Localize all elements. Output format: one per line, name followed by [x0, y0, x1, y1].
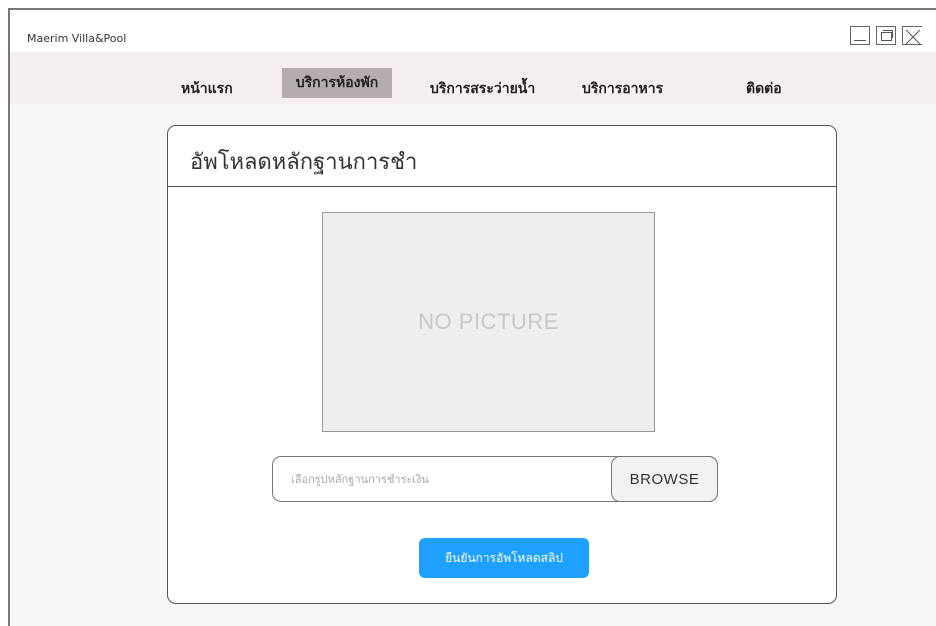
nav-item-pool[interactable]: บริการสระว่ายน้ำ: [430, 78, 535, 100]
confirm-upload-button[interactable]: ยืนยันการอัพโหลดสลิป: [419, 538, 589, 578]
main-nav: หน้าแรก บริการห้องพัก บริการสระว่ายน้ำ บ…: [10, 52, 936, 104]
file-path-input[interactable]: [273, 457, 611, 501]
app-title: Maerim Villa&Pool: [27, 32, 127, 45]
nav-item-rooms[interactable]: บริการห้องพัก: [282, 68, 392, 98]
page-title: อัพโหลดหลักฐานการชำ: [190, 150, 418, 175]
nav-item-contact[interactable]: ติดต่อ: [746, 78, 782, 100]
maximize-icon[interactable]: [876, 26, 896, 45]
app-window: Maerim Villa&Pool หน้าแรก บริการห้องพัก …: [8, 8, 936, 626]
no-picture-label: NO PICTURE: [418, 309, 559, 334]
window-controls: [850, 26, 922, 45]
nav-item-home[interactable]: หน้าแรก: [181, 78, 233, 100]
close-icon[interactable]: [902, 26, 922, 45]
browse-button[interactable]: BROWSE: [611, 456, 718, 502]
minimize-icon[interactable]: [850, 26, 870, 45]
title-bar: Maerim Villa&Pool: [10, 10, 936, 52]
file-picker: BROWSE: [272, 456, 718, 502]
card-header: อัพโหลดหลักฐานการชำ: [168, 126, 836, 187]
nav-item-food[interactable]: บริการอาหาร: [582, 78, 663, 100]
picture-preview: NO PICTURE: [322, 212, 655, 432]
upload-card: อัพโหลดหลักฐานการชำ NO PICTURE BROWSE ยื…: [167, 125, 837, 604]
